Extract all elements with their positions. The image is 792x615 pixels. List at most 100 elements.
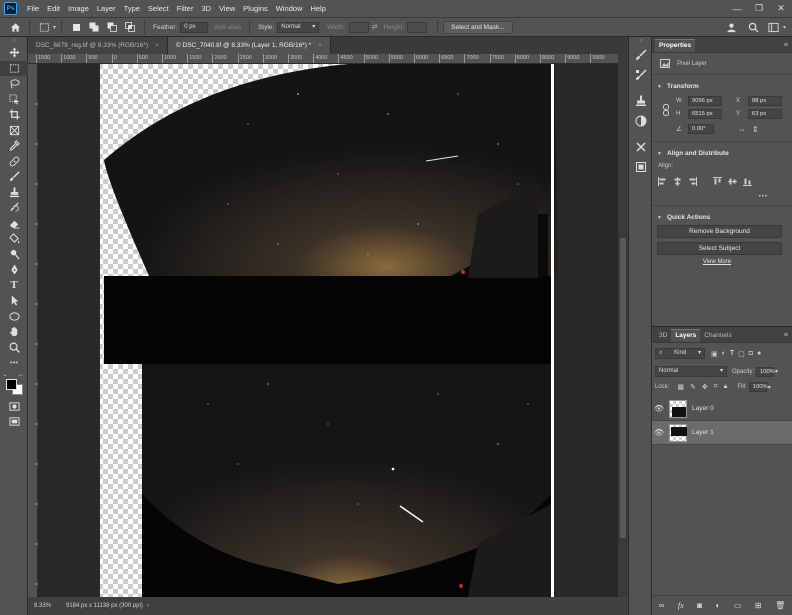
align-bottom-icon[interactable] — [742, 177, 753, 186]
menu-select[interactable]: Select — [144, 0, 173, 17]
select-subject-button[interactable]: Select Subject — [657, 242, 782, 255]
layer-row-layer-0[interactable]: 👁︎ Layer 0 — [652, 397, 792, 421]
move-tool-icon[interactable] — [0, 45, 28, 61]
paint-bucket-tool-icon[interactable] — [0, 231, 28, 247]
close-icon[interactable]: × — [318, 42, 322, 49]
tab-channels[interactable]: Channels — [700, 330, 735, 342]
foreground-color-swatch[interactable] — [6, 378, 17, 390]
document-info[interactable]: 9184 px x 11138 px (300 ppi) — [66, 603, 143, 609]
filter-kind-select[interactable]: ⌕ Kind ▾ — [655, 348, 705, 359]
link-layers-icon[interactable]: ∞ — [659, 601, 665, 610]
align-top-icon[interactable] — [712, 176, 723, 186]
trash-icon[interactable]: 🗑︎ — [775, 601, 785, 610]
new-layer-icon[interactable]: ⊞ — [755, 601, 762, 610]
eye-icon[interactable]: 👁︎ — [652, 404, 666, 413]
align-left-icon[interactable] — [657, 176, 668, 186]
style-select[interactable]: Normal ▾ — [277, 21, 320, 33]
layer-row-layer-1[interactable]: 👁︎ Layer 1 — [652, 421, 792, 445]
horizontal-ruler[interactable]: 1500 1000 500 0 500 1000 1500 2000 2500 3000 3500 4… — [28, 54, 618, 64]
home-icon[interactable] — [8, 20, 22, 34]
eraser-tool-icon[interactable] — [0, 216, 28, 232]
zoom-level[interactable]: 8.33% — [34, 603, 66, 609]
link-icon[interactable] — [662, 104, 670, 118]
align-middle-v-icon[interactable] — [727, 177, 738, 186]
canvas-area[interactable] — [38, 64, 618, 597]
adjustment-layer-icon[interactable]: ◐ — [716, 601, 721, 610]
view-more-link[interactable]: View More — [652, 259, 782, 265]
panel-menu-icon[interactable]: ≡ — [784, 330, 788, 342]
crop-tool-icon[interactable] — [0, 107, 28, 123]
restore-button[interactable]: ❐ — [748, 3, 770, 14]
swap-icon[interactable]: ⇄ — [372, 23, 378, 31]
menu-window[interactable]: Window — [272, 0, 307, 17]
blend-mode-select[interactable]: Normal ▾ — [655, 366, 727, 377]
chevron-down-icon[interactable]: ▾ — [53, 24, 56, 31]
new-selection-icon[interactable] — [69, 20, 83, 34]
filter-toggle-icon[interactable]: ● — [757, 350, 761, 357]
intersect-selection-icon[interactable] — [123, 20, 137, 34]
swap-colors-icon[interactable]: ↔ — [18, 372, 24, 378]
filter-shape-icon[interactable]: ▢ — [738, 350, 745, 358]
menu-image[interactable]: Image — [64, 0, 93, 17]
menu-help[interactable]: Help — [306, 0, 329, 17]
brush-tool-icon[interactable] — [0, 169, 28, 185]
width-field[interactable]: 9056 px — [688, 95, 722, 106]
ellipse-tool-icon[interactable] — [0, 309, 28, 325]
lock-transparent-icon[interactable]: ▦ — [677, 383, 684, 391]
more-options-icon[interactable]: ••• — [652, 194, 768, 200]
tab-layers[interactable]: Layers — [671, 329, 701, 342]
brushes-icon[interactable] — [629, 65, 653, 85]
menu-edit[interactable]: Edit — [43, 0, 64, 17]
photoshop-logo[interactable]: Ps — [4, 2, 17, 15]
share-icon[interactable] — [725, 20, 739, 34]
filter-smart-icon[interactable]: ◘ — [749, 350, 753, 357]
collapse-toolbar-icon[interactable]: » — [0, 37, 28, 45]
add-selection-icon[interactable] — [87, 20, 101, 34]
align-section-title[interactable]: ▼ Align and Distribute — [657, 150, 792, 157]
minimize-button[interactable]: — — [726, 4, 748, 14]
lock-artboard-icon[interactable]: ⌗ — [714, 383, 718, 391]
remove-background-button[interactable]: Remove Background — [657, 225, 782, 238]
close-icon[interactable]: × — [155, 42, 159, 49]
menu-3d[interactable]: 3D — [197, 0, 215, 17]
align-right-icon[interactable] — [687, 176, 698, 186]
vertical-ruler[interactable] — [28, 64, 38, 597]
dodge-tool-icon[interactable] — [0, 247, 28, 263]
type-tool-icon[interactable]: T — [0, 278, 28, 294]
width-input[interactable] — [348, 21, 369, 33]
color-swatches[interactable]: ▪ ↔ — [0, 371, 28, 399]
search-icon[interactable] — [747, 20, 761, 34]
marquee-tool-icon[interactable] — [0, 60, 28, 76]
object-select-tool-icon[interactable] — [0, 92, 28, 108]
tab-3d[interactable]: 3D — [655, 330, 671, 342]
y-field[interactable]: 63 px — [748, 108, 782, 119]
lock-all-icon[interactable]: 🔒︎ — [724, 383, 728, 391]
lock-position-icon[interactable]: ✥ — [702, 383, 708, 391]
filter-pixel-icon[interactable]: ▣ — [711, 350, 718, 358]
quick-mask-icon[interactable] — [0, 399, 28, 415]
clone-stamp-tool-icon[interactable] — [0, 185, 28, 201]
adjustments-icon[interactable] — [629, 111, 653, 131]
tab-dsc-6879[interactable]: DSC_6879_reg.tif @ 8.33% (RGB/16*) × — [28, 37, 168, 54]
workspace-icon[interactable] — [767, 20, 781, 34]
chevron-down-icon[interactable]: ▾ — [783, 24, 786, 31]
group-icon[interactable]: ▭ — [734, 601, 742, 610]
subtract-selection-icon[interactable] — [105, 20, 119, 34]
filter-adjustment-icon[interactable]: ◐ — [722, 350, 726, 357]
menu-plugins[interactable]: Plugins — [239, 0, 272, 17]
menu-layer[interactable]: Layer — [93, 0, 120, 17]
chevron-down-icon[interactable]: ▾ — [775, 368, 778, 375]
vertical-scrollbar-thumb[interactable] — [620, 238, 626, 538]
pen-tool-icon[interactable] — [0, 262, 28, 278]
collapse-icon[interactable]: « — [629, 37, 653, 45]
layer-name[interactable]: Layer 1 — [692, 429, 714, 436]
close-button[interactable]: ✕ — [770, 3, 792, 14]
path-selection-tool-icon[interactable] — [0, 293, 28, 309]
angle-field[interactable]: 0.00° — [688, 124, 714, 134]
zoom-tool-icon[interactable] — [0, 340, 28, 356]
tab-properties[interactable]: Properties — [655, 39, 696, 52]
libraries-icon[interactable] — [629, 157, 653, 177]
eyedropper-tool-icon[interactable] — [0, 138, 28, 154]
edit-toolbar-icon[interactable]: ••• — [0, 355, 28, 371]
brush-settings-icon[interactable] — [629, 45, 653, 65]
